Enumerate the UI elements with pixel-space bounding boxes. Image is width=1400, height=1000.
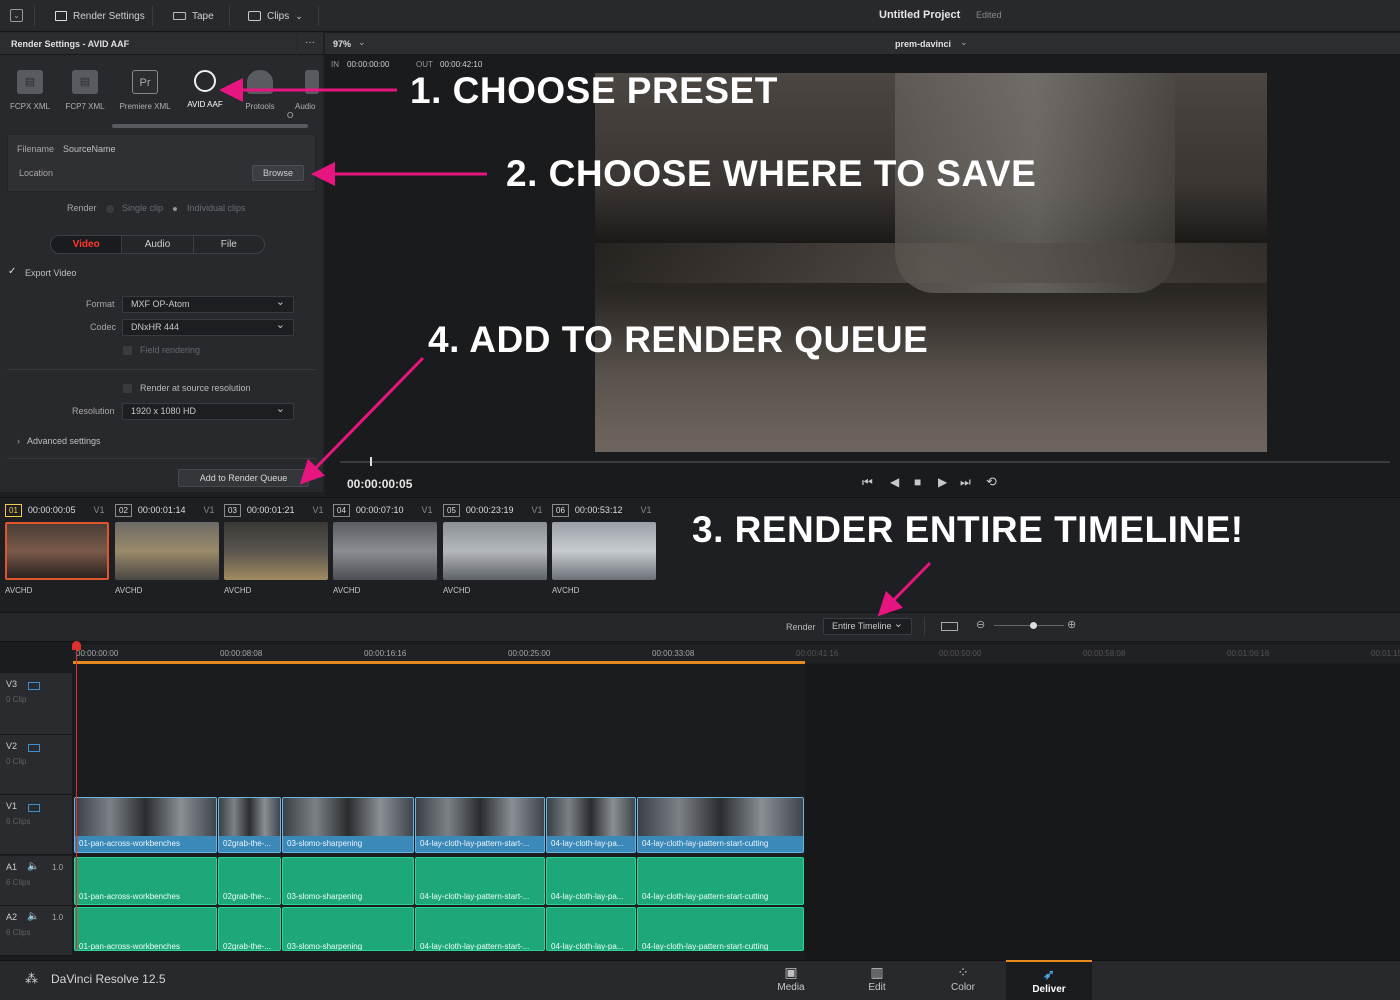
arrow-add-queue bbox=[299, 356, 425, 485]
annotation-arrows bbox=[219, 78, 932, 617]
annotation-add-queue: 4. ADD TO RENDER QUEUE bbox=[428, 319, 929, 360]
annotation-render-timeline: 3. RENDER ENTIRE TIMELINE! bbox=[692, 509, 1244, 550]
annotation-choose-preset: 1. CHOOSE PRESET bbox=[410, 70, 778, 111]
annotation-choose-save: 2. CHOOSE WHERE TO SAVE bbox=[506, 153, 1037, 194]
arrow-render-timeline bbox=[877, 561, 932, 617]
